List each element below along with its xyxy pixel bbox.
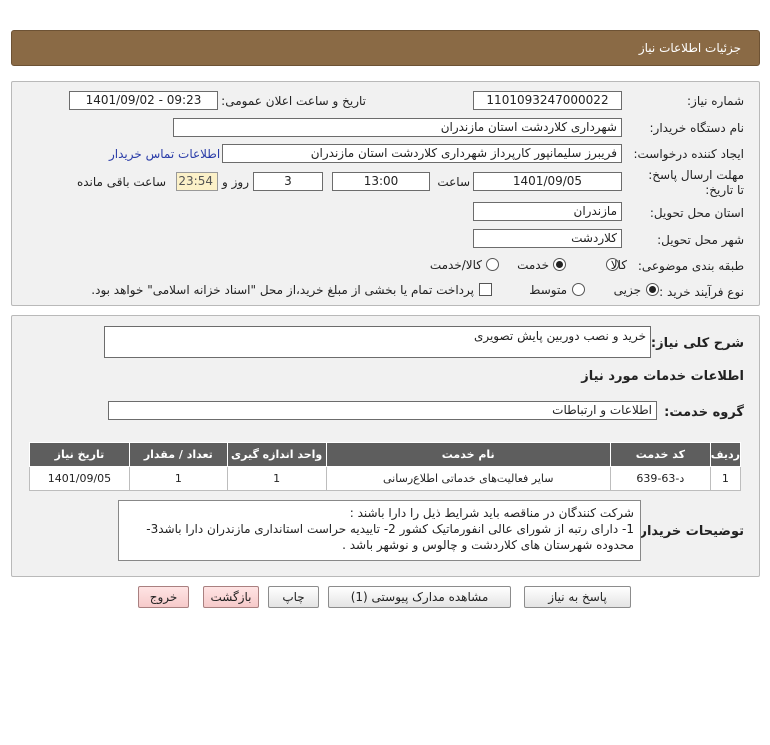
need-number-field: 1101093247000022 (473, 91, 622, 110)
col-qty-header: تعداد / مقدار (128, 442, 228, 467)
page-title: جزئیات اطلاعات نیاز (638, 41, 741, 55)
col-date-header: تاریخ نیاز (29, 442, 130, 467)
remaining-time-field: 03:23:54 (176, 172, 218, 191)
notes-line-1: شرکت کنندگان در مناقصه باید شرایط ذیل را… (349, 506, 634, 520)
notes-box: شرکت کنندگان در مناقصه باید شرایط ذیل را… (118, 500, 641, 561)
process-medium-label: متوسط (529, 283, 567, 297)
col-row-header: ردیف (709, 442, 742, 467)
deadline-label: مهلت ارسال پاسخ: تا تاریخ: (648, 168, 744, 197)
service-group-field: اطلاعات و ارتباطات (108, 401, 657, 420)
table-header-row: ردیف کد خدمت نام خدمت واحد اندازه گیری ت… (29, 442, 742, 467)
deadline-time-field: 13:00 (332, 172, 430, 191)
requester-label: ایجاد کننده درخواست: (633, 147, 744, 161)
contact-buyer-link[interactable]: اطلاعات تماس خریدار (109, 147, 220, 161)
exit-button[interactable]: خروج (138, 586, 189, 608)
print-button[interactable]: چاپ (268, 586, 319, 608)
reply-button[interactable]: پاسخ به نیاز (524, 586, 631, 608)
category-service-radio[interactable] (553, 258, 566, 271)
days-label: روز و (222, 175, 249, 189)
page-header: جزئیات اطلاعات نیاز (11, 30, 760, 66)
col-code-header: کد خدمت (609, 442, 711, 467)
need-number-label: شماره نیاز: (687, 94, 744, 108)
col-unit-header: واحد اندازه گیری (226, 442, 327, 467)
cell-date: 1401/09/05 (29, 466, 130, 491)
notes-line-2: 1- دارای رتبه از شورای عالی انفورماتیک ک… (146, 522, 634, 536)
announce-field: 1401/09/02 - 09:23 (69, 91, 218, 110)
announce-label: تاریخ و ساعت اعلان عمومی: (221, 94, 366, 108)
buyer-org-field: شهرداری کلاردشت استان مازندران (173, 118, 622, 137)
service-group-label: گروه خدمت: (664, 405, 744, 420)
province-field: مازندران (473, 202, 622, 221)
category-goods-service-label: کالا/خدمت (429, 258, 482, 272)
services-title: اطلاعات خدمات مورد نیاز (581, 369, 744, 384)
city-field: کلاردشت (473, 229, 622, 248)
days-field: 3 (253, 172, 323, 191)
deadline-date-field: 1401/09/05 (473, 172, 622, 191)
items-table: ردیف کد خدمت نام خدمت واحد اندازه گیری ت… (29, 442, 742, 491)
cell-code: د-63-639 (609, 466, 711, 491)
city-label: شهر محل تحویل: (657, 233, 744, 247)
buyer-org-label: نام دستگاه خریدار: (649, 121, 745, 135)
treasury-payment-checkbox[interactable] (479, 283, 492, 296)
notes-label: توضیحات خریدار: (634, 524, 744, 539)
process-minor-radio[interactable] (646, 283, 659, 296)
process-label: نوع فرآیند خرید : (659, 285, 744, 299)
cell-row: 1 (709, 466, 742, 491)
col-name-header: نام خدمت (325, 442, 611, 467)
cell-qty: 1 (128, 466, 228, 491)
requester-field: فریبرز سلیمانپور کارپرداز شهرداری کلاردش… (222, 144, 622, 163)
cell-name: سایر فعالیت‌های خدماتی اطلاع‌رسانی (325, 466, 611, 491)
table-row: 1 د-63-639 سایر فعالیت‌های خدماتی اطلاع‌… (29, 466, 742, 491)
process-medium-radio[interactable] (572, 283, 585, 296)
summary-field: خرید و نصب دوربین پایش تصویری (104, 326, 651, 358)
category-goods-label: کالا (610, 258, 627, 272)
province-label: استان محل تحویل: (649, 206, 744, 220)
items-table-wrapper: ردیف کد خدمت نام خدمت واحد اندازه گیری ت… (29, 442, 742, 491)
notes-line-3: محدوده شهرستان های کلاردشت و چالوس و نوش… (342, 538, 634, 552)
process-minor-label: جزیی (613, 283, 641, 297)
back-button[interactable]: بازگشت (203, 586, 259, 608)
category-goods-service-radio[interactable] (486, 258, 499, 271)
category-label: طبقه بندی موضوعی: (637, 259, 744, 273)
category-service-label: خدمت (517, 258, 549, 272)
payment-note: پرداخت تمام یا بخشی از مبلغ خرید،از محل … (91, 283, 474, 297)
remaining-label: ساعت باقی مانده (76, 175, 166, 189)
attachments-button[interactable]: مشاهده مدارک پیوستی (1) (328, 586, 511, 608)
cell-unit: 1 (226, 466, 327, 491)
summary-label: شرح کلی نیاز: (650, 336, 744, 351)
hour-label: ساعت (437, 175, 470, 189)
